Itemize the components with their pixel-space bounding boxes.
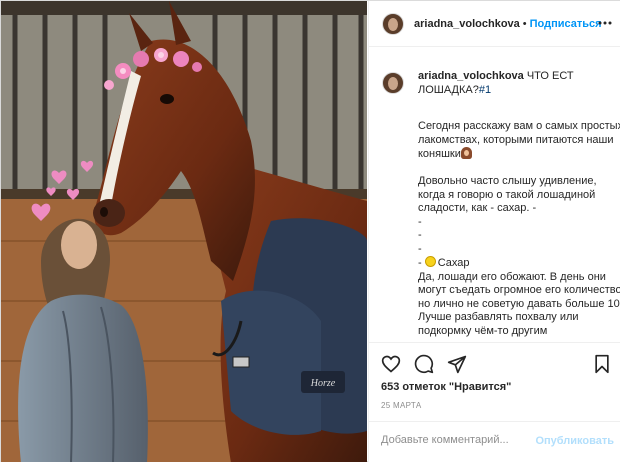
separator-dot: • (522, 17, 527, 30)
caption-dashes: - - - (418, 215, 422, 255)
follow-button[interactable]: Подписаться (530, 18, 602, 30)
post-header: ariadna_volochkova • Подписаться (369, 1, 620, 47)
sugar-label: Сахар (437, 257, 470, 269)
instagram-post: Horze ariadna_volochkova • Подписаться a… (0, 0, 620, 462)
caption-paragraph-3: Да, лошади его обожают. В день они могут… (418, 270, 620, 337)
caption-avatar[interactable] (382, 72, 404, 94)
sun-emoji-icon (424, 256, 436, 267)
caption-paragraph-1: Сегодня расскажу вам о самых простых лак… (418, 120, 620, 160)
header-username[interactable]: ariadna_volochkova (414, 18, 520, 30)
more-options-icon[interactable] (598, 16, 612, 30)
comment-icon[interactable] (414, 354, 434, 374)
bookmark-icon[interactable] (592, 354, 612, 374)
comment-input[interactable] (381, 434, 531, 446)
caption-username[interactable]: ariadna_volochkova (418, 70, 524, 82)
caption-paragraph-2: Довольно часто слышу удивление, когда я … (418, 175, 597, 214)
post-actions: 653 отметок "Нравится" 25 МАРТА (369, 342, 620, 430)
likes-count[interactable]: 653 отметок "Нравится" (381, 381, 511, 393)
horse-photo-image: Horze (1, 1, 367, 462)
post-sidebar: ariadna_volochkova • Подписаться ariadna… (368, 1, 620, 462)
svg-text:Horze: Horze (310, 378, 336, 389)
caption-heading: ariadna_volochkova ЧТО ЕСТ ЛОШАДКА?#1 (418, 70, 608, 97)
caption-row: ariadna_volochkova ЧТО ЕСТ ЛОШАДКА?#1 (382, 70, 610, 97)
girl-emoji-icon (460, 147, 472, 159)
post-photo[interactable]: Horze (1, 1, 367, 462)
avatar[interactable] (382, 12, 404, 35)
heart-icon[interactable] (381, 354, 401, 374)
publish-button[interactable]: Опубликовать (535, 435, 614, 447)
action-icons (381, 354, 467, 374)
post-date[interactable]: 25 МАРТА (381, 401, 421, 410)
comments-area[interactable]: ariadna_volochkova ЧТО ЕСТ ЛОШАДКА?#1 Се… (369, 48, 620, 341)
sugar-prefix: - (418, 257, 425, 269)
share-icon[interactable] (447, 354, 467, 374)
caption-body: Сегодня расскажу вам о самых простых лак… (382, 120, 620, 338)
add-comment-bar: Опубликовать (369, 421, 620, 462)
hashtag-link[interactable]: #1 (479, 84, 491, 96)
